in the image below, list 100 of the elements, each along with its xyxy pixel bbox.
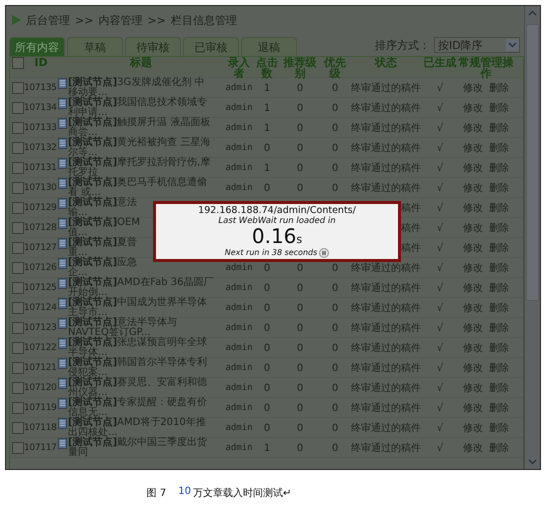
action-link[interactable]: 修改 <box>463 241 483 255</box>
generated-check: √ <box>436 342 444 354</box>
action-link[interactable]: 删除 <box>489 281 509 295</box>
tab[interactable]: 待审核 <box>125 37 181 56</box>
action-link[interactable]: 修改 <box>463 181 483 195</box>
action-link[interactable]: 修改 <box>463 81 483 95</box>
title-link[interactable]: [测试节点]OEM <box>68 218 140 228</box>
action-link[interactable]: 删除 <box>489 181 509 195</box>
row-checkbox[interactable] <box>12 302 24 314</box>
tab[interactable]: 所有内容 <box>9 37 65 56</box>
title-link[interactable]: [测试节点]赛灵思、安富利和德州仪器... <box>68 378 214 398</box>
row-checkbox[interactable] <box>12 382 24 394</box>
action-link[interactable]: 删除 <box>489 381 509 395</box>
id-cell: 107123 <box>24 323 58 333</box>
action-link[interactable]: 修改 <box>463 301 483 315</box>
action-link[interactable]: 修改 <box>463 221 483 235</box>
action-link[interactable]: 删除 <box>489 121 509 135</box>
action-link[interactable]: 删除 <box>489 81 509 95</box>
action-link[interactable]: 删除 <box>489 301 509 315</box>
sort-select[interactable]: 按ID降序 <box>434 37 520 53</box>
action-link[interactable]: 删除 <box>489 441 509 455</box>
title-link[interactable]: 重... <box>68 248 138 258</box>
title-link[interactable]: [测试节点]夏普 <box>68 238 138 248</box>
author-cell: admin <box>224 323 254 333</box>
title-link[interactable]: [测试节点]黄光裕被拘查 三星海尔等... <box>68 138 214 158</box>
priority-cell-text: 0 <box>330 362 340 374</box>
title-link[interactable]: [测试节点]应急 <box>68 258 138 268</box>
action-link[interactable]: 删除 <box>489 261 509 275</box>
title-link[interactable]: [测试节点]AMD将于2010年推出四核处... <box>68 418 214 438</box>
title-link[interactable]: [测试节点]AMD在Fab 36晶圆厂开始倒... <box>68 278 214 298</box>
row-checkbox[interactable] <box>12 442 24 454</box>
title-link[interactable]: [测试节点]触摸屏升温 液晶面板商尝... <box>68 118 214 138</box>
action-link[interactable]: 修改 <box>463 321 483 335</box>
id-cell: 107127 <box>24 243 58 253</box>
action-link[interactable]: 删除 <box>489 161 509 175</box>
action-link[interactable]: 修改 <box>463 381 483 395</box>
tab[interactable]: 退稿 <box>241 37 297 56</box>
title-link[interactable]: [测试节点]摩托罗拉刮骨疗伤,摩托罗拉 <box>68 158 214 178</box>
row-checkbox[interactable] <box>12 82 24 94</box>
row-checkbox[interactable] <box>12 102 24 114</box>
title-link[interactable]: [测试节点]中国成为世界半导体主导市... <box>68 298 214 318</box>
generated-check: √ <box>436 222 444 234</box>
action-link[interactable]: 修改 <box>463 401 483 415</box>
action-link[interactable]: 修改 <box>463 101 483 115</box>
action-link[interactable]: 修改 <box>463 121 483 135</box>
row-checkbox[interactable] <box>12 402 24 414</box>
row-checkbox[interactable] <box>12 282 24 294</box>
row-checkbox[interactable] <box>12 182 24 194</box>
title-link[interactable]: [测试节点]张忠谋预言明年全球半导体... <box>68 338 214 358</box>
row-checkbox[interactable] <box>12 202 24 214</box>
action-link[interactable]: 修改 <box>463 141 483 155</box>
row-checkbox[interactable] <box>12 242 24 254</box>
action-link[interactable]: 修改 <box>463 201 483 215</box>
select-all-checkbox[interactable] <box>12 57 24 69</box>
action-link[interactable]: 删除 <box>489 141 509 155</box>
breadcrumb-item: 栏目信息管理 <box>170 12 237 28</box>
action-link[interactable]: 修改 <box>463 441 483 455</box>
tab[interactable]: 草稿 <box>67 37 123 56</box>
row-checkbox[interactable] <box>12 322 24 334</box>
action-link[interactable]: 删除 <box>489 361 509 375</box>
action-link[interactable]: 删除 <box>489 341 509 355</box>
title-link[interactable]: [测试节点]意法半导体与NAVTEQ签订GP... <box>68 318 214 338</box>
action-link[interactable]: 修改 <box>463 421 483 435</box>
action-link[interactable]: 修改 <box>463 261 483 275</box>
caret-icon <box>506 39 519 51</box>
title-link[interactable]: [测试节点]我国信息技术领域专利申请... <box>68 98 214 118</box>
tab[interactable]: 已审核 <box>183 37 239 56</box>
action-link[interactable]: 删除 <box>489 101 509 115</box>
title-link[interactable]: 企... <box>68 268 138 278</box>
action-link[interactable]: 修改 <box>463 281 483 295</box>
action-link[interactable]: 修改 <box>463 361 483 375</box>
title-link[interactable]: [测试节点]意法 <box>68 198 138 208</box>
title-link[interactable]: [测试节点]韩国首尔半导体专利侵犯案... <box>68 358 214 378</box>
row-checkbox[interactable] <box>12 122 24 134</box>
row-checkbox[interactable] <box>12 262 24 274</box>
title-link[interactable]: 值... <box>68 228 140 238</box>
action-link[interactable]: 删除 <box>489 221 509 235</box>
action-link[interactable]: 修改 <box>463 341 483 355</box>
recommend-cell-text: 0 <box>296 442 304 454</box>
action-link[interactable]: 删除 <box>489 241 509 255</box>
action-link[interactable]: 删除 <box>489 321 509 335</box>
pause-icon[interactable] <box>319 248 330 258</box>
author-cell: admin <box>224 423 254 433</box>
row-checkbox[interactable] <box>12 342 24 354</box>
title-link[interactable]: 输... <box>68 208 138 218</box>
title-link[interactable]: [测试节点]3G发牌成催化剂 中移动要... <box>68 78 214 98</box>
author-cell: admin <box>224 383 254 393</box>
title-link[interactable]: [测试节点]专家提醒：硬盘有价信息无... <box>68 398 214 418</box>
row-checkbox[interactable] <box>12 362 24 374</box>
title-link[interactable]: [测试节点]戴尔中国三季度出货量同 <box>68 438 214 458</box>
action-link[interactable]: 删除 <box>489 401 509 415</box>
action-link[interactable]: 修改 <box>463 161 483 175</box>
title-link[interactable]: [测试节点]奥巴马手机信息遭偷看 或... <box>68 178 214 198</box>
scrollbar-thumb[interactable] <box>526 24 539 301</box>
action-link[interactable]: 删除 <box>489 421 509 435</box>
row-checkbox[interactable] <box>12 422 24 434</box>
row-checkbox[interactable] <box>12 142 24 154</box>
action-link[interactable]: 删除 <box>489 201 509 215</box>
row-checkbox[interactable] <box>12 162 24 174</box>
row-checkbox[interactable] <box>12 222 24 234</box>
